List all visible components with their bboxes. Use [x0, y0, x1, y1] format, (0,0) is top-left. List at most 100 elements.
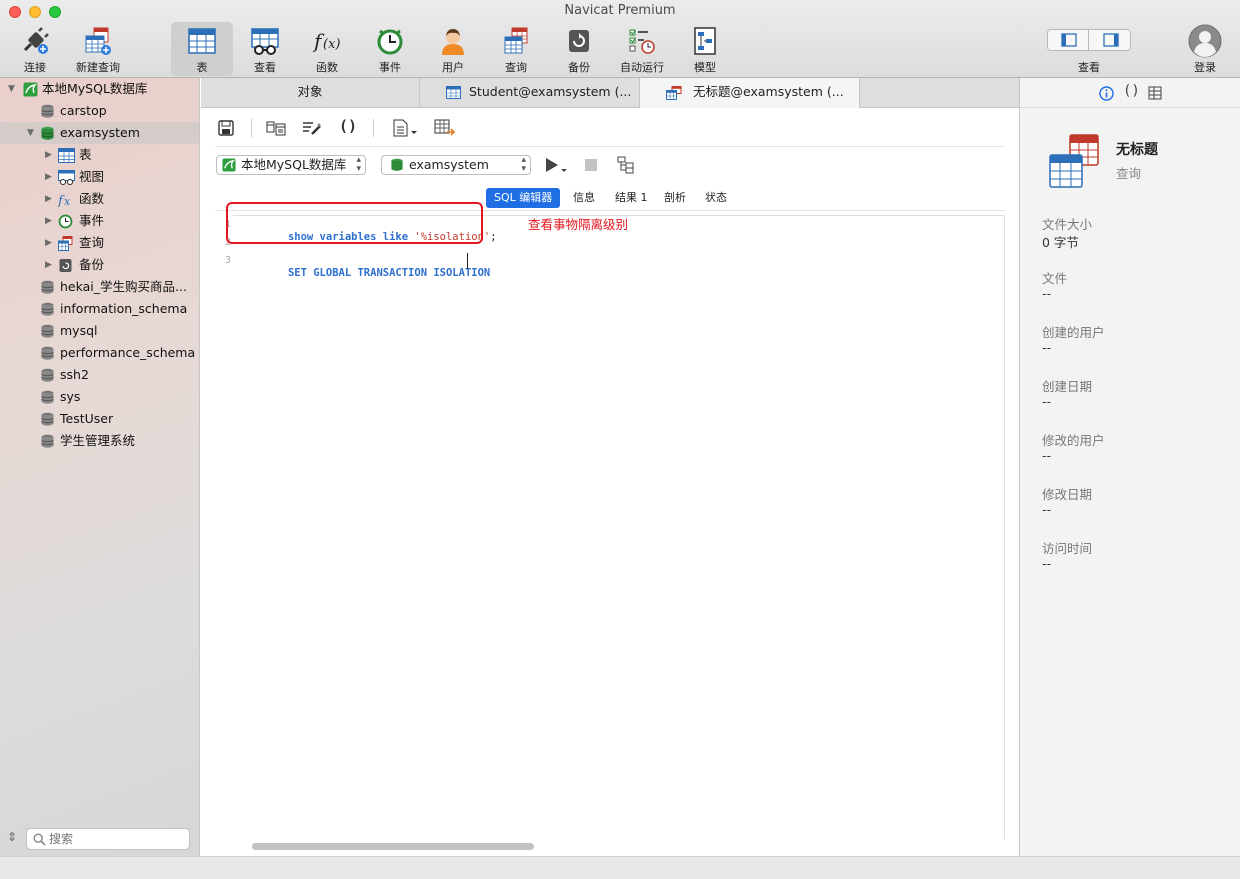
query-icon	[58, 236, 73, 251]
database-item[interactable]: 学生管理系统	[0, 430, 200, 452]
tree-node-queries[interactable]: ▶ 查询	[0, 232, 200, 254]
toolbar-label: 自动运行	[620, 61, 664, 74]
database-open-icon	[41, 126, 54, 140]
toolbar-new-query-button[interactable]: 新建查询	[67, 22, 129, 76]
tree-node-backups[interactable]: ▶ 备份	[0, 254, 200, 276]
toggle-right-panel-button[interactable]	[1090, 30, 1131, 50]
schema-icon[interactable]	[1148, 86, 1162, 100]
collapsed-arrow-icon[interactable]: ▶	[45, 210, 52, 232]
ddl-icon[interactable]: ()	[1123, 83, 1140, 99]
tree-node-events[interactable]: ▶ 事件	[0, 210, 200, 232]
prop-value: --	[1042, 448, 1052, 463]
code-snippet-icon[interactable]: ()	[339, 117, 357, 135]
tree-node-views[interactable]: ▶ 视图	[0, 166, 200, 188]
line-number-gutter: 1 2 3	[201, 215, 233, 839]
toolbar-connect-button[interactable]: 连接	[4, 22, 66, 76]
collapsed-arrow-icon[interactable]: ▶	[45, 232, 52, 254]
database-item[interactable]: TestUser	[0, 408, 200, 430]
toolbar-label: 用户	[442, 61, 464, 74]
toolbar-user-button[interactable]: 用户	[422, 22, 484, 76]
info-title: 无标题	[1116, 142, 1158, 158]
tree-node-label: 函数	[79, 191, 105, 206]
login-button[interactable]: 登录	[1186, 22, 1224, 76]
tree-node-functions[interactable]: ▶ f x 函数	[0, 188, 200, 210]
prop-label: 文件	[1042, 271, 1068, 286]
code-token: ;	[490, 231, 497, 243]
sql-code-editor[interactable]: show variables like '%isolation'; SET GL…	[233, 215, 1005, 839]
toolbar-autorun-button[interactable]: 自动运行	[611, 22, 673, 76]
subtab-sql-editor[interactable]: SQL 编辑器	[486, 188, 561, 208]
prop-value: --	[1042, 394, 1052, 409]
toolbar-backup-button[interactable]: 备份	[548, 22, 610, 76]
tab-student-table[interactable]: Student@examsystem (...	[420, 78, 640, 108]
subtab-info[interactable]: 信息	[565, 188, 603, 208]
export-results-icon[interactable]	[392, 119, 418, 137]
toolbar-table-button[interactable]: 表	[171, 22, 233, 76]
database-item[interactable]: information_schema	[0, 298, 200, 320]
tree-node-label: 查询	[79, 235, 105, 250]
toolbar-model-button[interactable]: 模型	[674, 22, 736, 76]
toolbar-label: 函数	[316, 61, 338, 74]
table-icon	[446, 86, 461, 99]
database-item[interactable]: sys	[0, 386, 200, 408]
toolbar-label: 模型	[694, 61, 716, 74]
search-box[interactable]	[26, 828, 190, 850]
tab-untitled-query[interactable]: 无标题@examsystem (...	[640, 78, 860, 108]
toolbar-label: 查询	[505, 61, 527, 74]
event-clock-icon	[377, 29, 403, 55]
toolbar-view-button[interactable]: 查看	[234, 22, 296, 76]
subtab-profile[interactable]: 剖析	[656, 188, 694, 208]
collapsed-arrow-icon[interactable]: ▶	[45, 254, 52, 276]
avatar-icon	[1188, 24, 1222, 58]
expand-arrow-icon[interactable]: ▼	[27, 122, 34, 144]
toolbar-query-button[interactable]: 查询	[485, 22, 547, 76]
expand-arrow-icon[interactable]: ▼	[8, 78, 15, 100]
filter-toggle-icon[interactable]: ⇕	[7, 830, 17, 844]
subtab-status[interactable]: 状态	[697, 188, 735, 208]
collapsed-arrow-icon[interactable]: ▶	[45, 188, 52, 210]
export-wizard-icon[interactable]	[434, 119, 456, 137]
login-label: 登录	[1194, 61, 1216, 74]
backup-icon	[59, 259, 72, 272]
connection-item[interactable]: ▼ 本地MySQL数据库	[0, 78, 200, 100]
database-item-selected[interactable]: ▼ examsystem	[0, 122, 200, 144]
collapsed-arrow-icon[interactable]: ▶	[45, 144, 52, 166]
toggle-left-panel-button[interactable]	[1048, 30, 1089, 50]
run-button[interactable]	[544, 156, 570, 176]
search-input[interactable]	[49, 831, 185, 847]
toolbar-label: 查看	[254, 61, 276, 74]
database-item[interactable]: mysql	[0, 320, 200, 342]
toolbar-label: 事件	[379, 61, 401, 74]
collapsed-arrow-icon[interactable]: ▶	[45, 166, 52, 188]
user-icon	[442, 29, 464, 55]
info-icon[interactable]	[1099, 86, 1114, 101]
database-icon	[41, 346, 54, 360]
database-item[interactable]: hekai_学生购买商品...	[0, 276, 200, 298]
connection-select[interactable]: 本地MySQL数据库 ▴ ▾	[216, 155, 366, 175]
database-select[interactable]: examsystem ▴ ▾	[381, 155, 531, 175]
query-builder-icon[interactable]	[266, 120, 286, 136]
subtab-result[interactable]: 结果 1	[607, 188, 656, 208]
explain-icon[interactable]	[617, 156, 637, 174]
annotation-text: 查看事物隔离级别	[528, 217, 629, 232]
beautify-sql-icon[interactable]	[302, 120, 322, 136]
info-panel-tabs: ()	[1020, 78, 1240, 108]
save-icon[interactable]	[218, 120, 234, 136]
database-item[interactable]: performance_schema	[0, 342, 200, 364]
tree-node-label: 事件	[79, 213, 105, 228]
database-item[interactable]: carstop	[0, 100, 200, 122]
horizontal-scrollbar[interactable]	[252, 843, 534, 850]
tree-node-tables[interactable]: ▶ 表	[0, 144, 200, 166]
tab-objects[interactable]: 对象	[201, 78, 420, 108]
window-title: Navicat Premium	[564, 3, 676, 18]
view-toggle-group	[1047, 29, 1131, 51]
view-label: 查看	[1078, 61, 1100, 74]
connection-select-value: 本地MySQL数据库	[241, 157, 347, 172]
database-item[interactable]: ssh2	[0, 364, 200, 386]
database-icon	[41, 412, 54, 426]
prop-value: --	[1042, 556, 1052, 571]
toolbar-label: 连接	[24, 61, 46, 74]
toolbar-event-button[interactable]: 事件	[359, 22, 421, 76]
stop-button[interactable]	[585, 159, 597, 171]
toolbar-function-button[interactable]: f (x) 函数	[296, 22, 358, 76]
